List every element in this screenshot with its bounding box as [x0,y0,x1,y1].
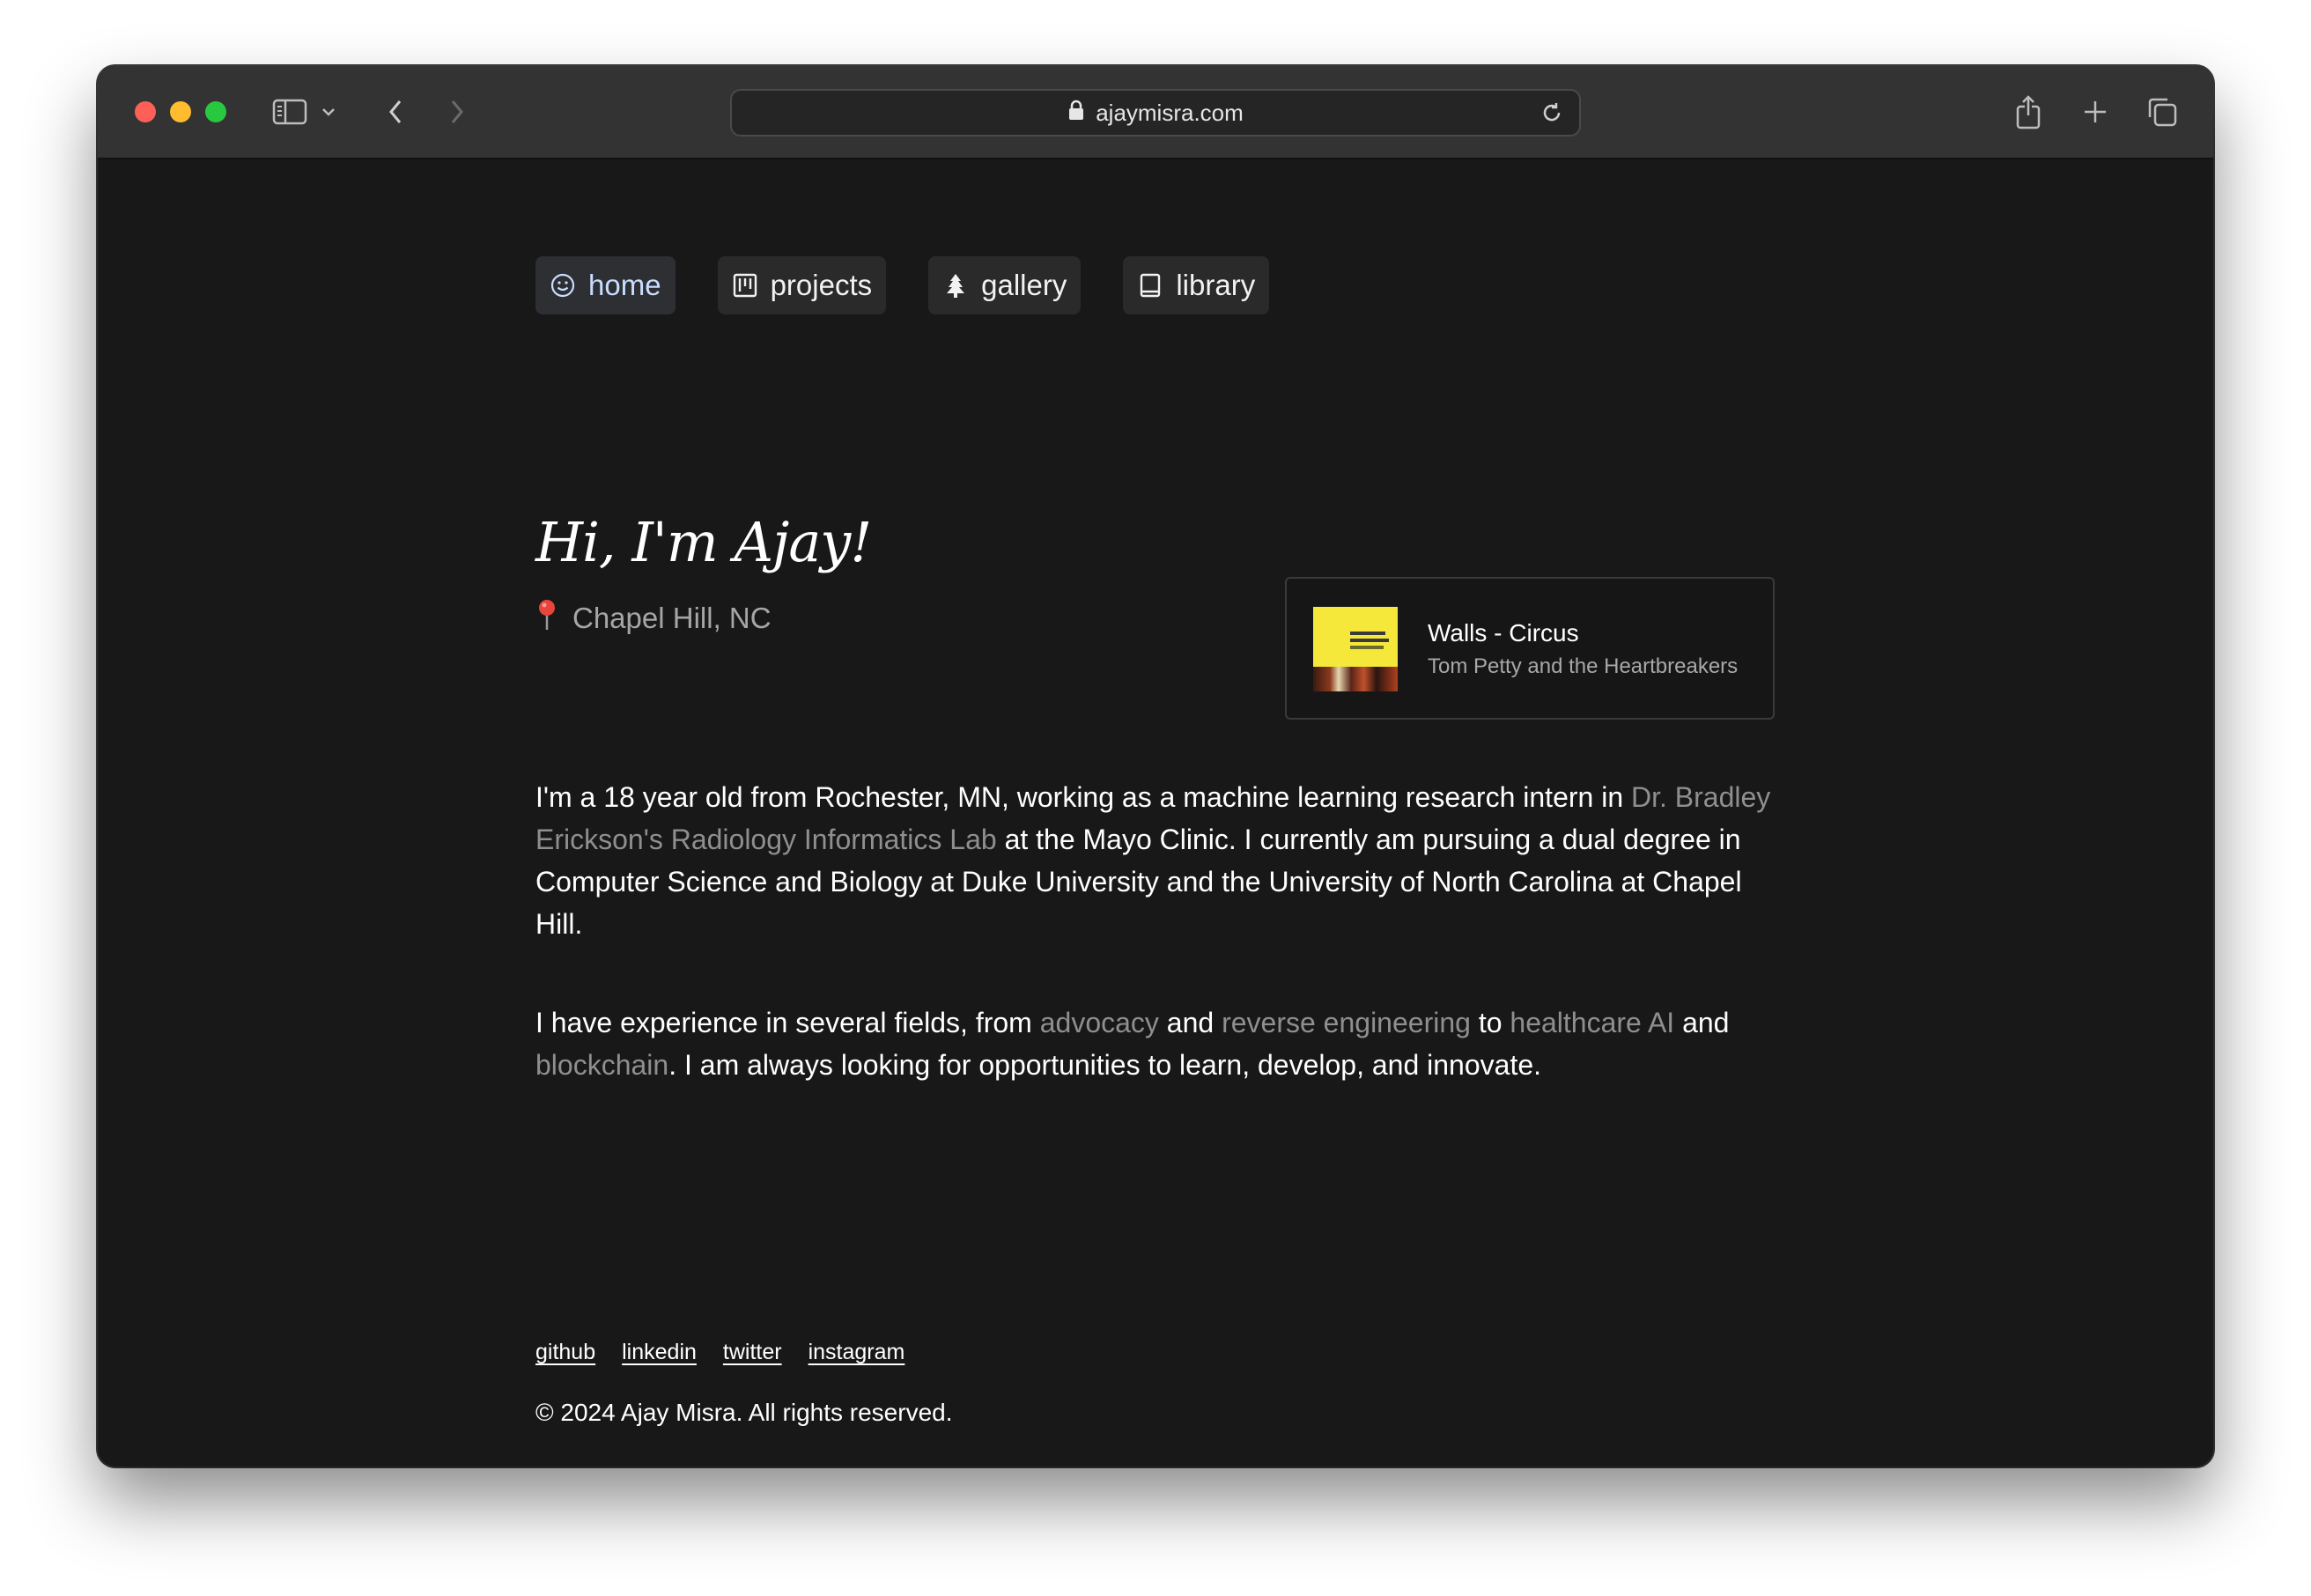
main-nav: home projects gallery library [535,256,1270,314]
minimize-window-button[interactable] [170,101,191,122]
healthcare-ai-link[interactable]: healthcare AI [1510,1007,1674,1038]
pin-icon [535,598,558,639]
advocacy-link[interactable]: advocacy [1040,1007,1159,1038]
nav-gallery[interactable]: gallery [928,256,1082,314]
nav-library[interactable]: library [1123,256,1270,314]
about-text: and [1158,1007,1222,1038]
nav-label: projects [770,269,873,301]
linkedin-link[interactable]: linkedin [622,1340,697,1365]
instagram-link[interactable]: instagram [808,1340,905,1365]
location: Chapel Hill, NC [535,598,772,639]
about-text: . I am always looking for opportunities … [668,1049,1542,1081]
blockchain-link[interactable]: blockchain [535,1049,668,1081]
nav-label: library [1176,269,1256,301]
smiley-icon [550,272,576,299]
browser-toolbar: ajaymisra.com [98,66,2213,159]
book-icon [1137,272,1163,299]
about-text: and [1674,1007,1730,1038]
chevron-down-icon[interactable] [318,91,339,133]
twitter-link[interactable]: twitter [723,1340,782,1365]
about-text: I have experience in several fields, fro… [535,1007,1040,1038]
plus-icon[interactable] [2076,91,2115,133]
copyright: © 2024 Ajay Misra. All rights reserved. [535,1399,953,1426]
about-text: I'm a 18 year old from Rochester, MN, wo… [535,781,1631,813]
url-text: ajaymisra.com [1096,99,1244,126]
now-playing-card[interactable]: Walls - Circus Tom Petty and the Heartbr… [1285,577,1775,720]
album-art [1313,607,1398,691]
back-arrow-icon[interactable] [378,91,413,133]
share-icon[interactable] [2009,91,2048,133]
location-text: Chapel Hill, NC [572,602,772,634]
tree-icon [942,272,969,299]
forward-arrow-icon[interactable] [439,91,475,133]
page-title: Hi, I'm Ajay! [535,510,872,574]
nav-projects[interactable]: projects [717,256,887,314]
now-playing-title: Walls - Circus [1428,619,1579,647]
now-playing-artist: Tom Petty and the Heartbreakers [1428,654,1739,678]
tab-overview-icon[interactable] [2141,91,2183,133]
about-paragraph-1: I'm a 18 year old from Rochester, MN, wo… [535,776,1777,945]
zoom-window-button[interactable] [205,101,226,122]
about-text: to [1470,1007,1510,1038]
kanban-icon [732,272,758,299]
nav-label: home [588,269,661,301]
browser-window: ajaymisra.com home projects gallery libr… [98,66,2213,1467]
about-paragraph-2: I have experience in several fields, fro… [535,1001,1777,1086]
address-bar[interactable]: ajaymisra.com [730,89,1581,137]
nav-label: gallery [981,269,1067,301]
nav-home[interactable]: home [535,256,676,314]
sidebar-toggle-icon[interactable] [270,91,309,133]
github-link[interactable]: github [535,1340,595,1365]
reverse-engineering-link[interactable]: reverse engineering [1222,1007,1471,1038]
lock-icon [1067,100,1085,127]
close-window-button[interactable] [135,101,156,122]
footer-links: github linkedin twitter instagram [535,1340,904,1365]
page-content: home projects gallery library Hi, I'm Aj… [98,159,2213,1467]
reload-icon[interactable] [1537,98,1567,128]
